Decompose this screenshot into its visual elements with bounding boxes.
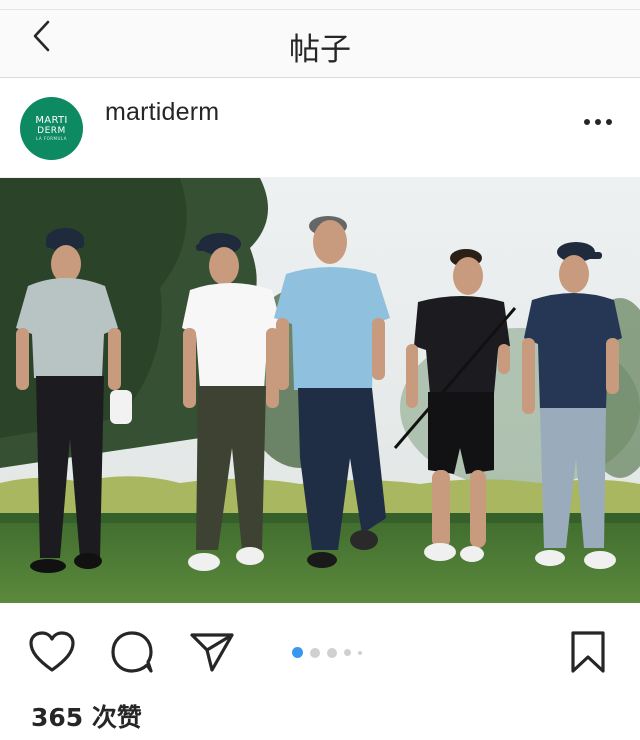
post-header: MARTI DERM LA FORMULA martiderm <box>0 78 640 178</box>
golf-group-photo <box>0 178 640 603</box>
paper-plane-icon <box>190 633 234 672</box>
comment-bubble-icon <box>111 631 153 673</box>
three-dots-icon <box>584 119 612 125</box>
save-button[interactable] <box>563 627 613 677</box>
post-username[interactable]: martiderm <box>105 98 219 127</box>
carousel-dot-active <box>292 647 303 658</box>
comment-button[interactable] <box>107 627 157 677</box>
avatar-logo-line3: LA FORMULA <box>36 136 67 141</box>
carousel-dot <box>327 647 337 658</box>
avatar-logo-line1: MARTI <box>35 115 68 126</box>
likes-count[interactable]: 365 次赞 <box>31 698 142 734</box>
more-options-button[interactable] <box>582 108 614 136</box>
carousel-dot <box>358 650 362 655</box>
carousel-dot <box>344 649 351 656</box>
like-button[interactable] <box>27 627 77 677</box>
post-actions-bar <box>0 603 640 698</box>
page-title: 帖子 <box>289 32 351 68</box>
heart-icon <box>29 631 75 672</box>
carousel-dot <box>310 647 320 658</box>
status-strip <box>0 0 640 10</box>
avatar[interactable]: MARTI DERM LA FORMULA <box>20 97 83 160</box>
carousel-indicator <box>292 647 362 658</box>
share-button[interactable] <box>187 627 237 677</box>
avatar-logo-line2: DERM <box>37 126 66 136</box>
top-bar: 帖子 <box>0 10 640 78</box>
bookmark-icon <box>571 631 605 673</box>
post-image[interactable] <box>0 178 640 603</box>
